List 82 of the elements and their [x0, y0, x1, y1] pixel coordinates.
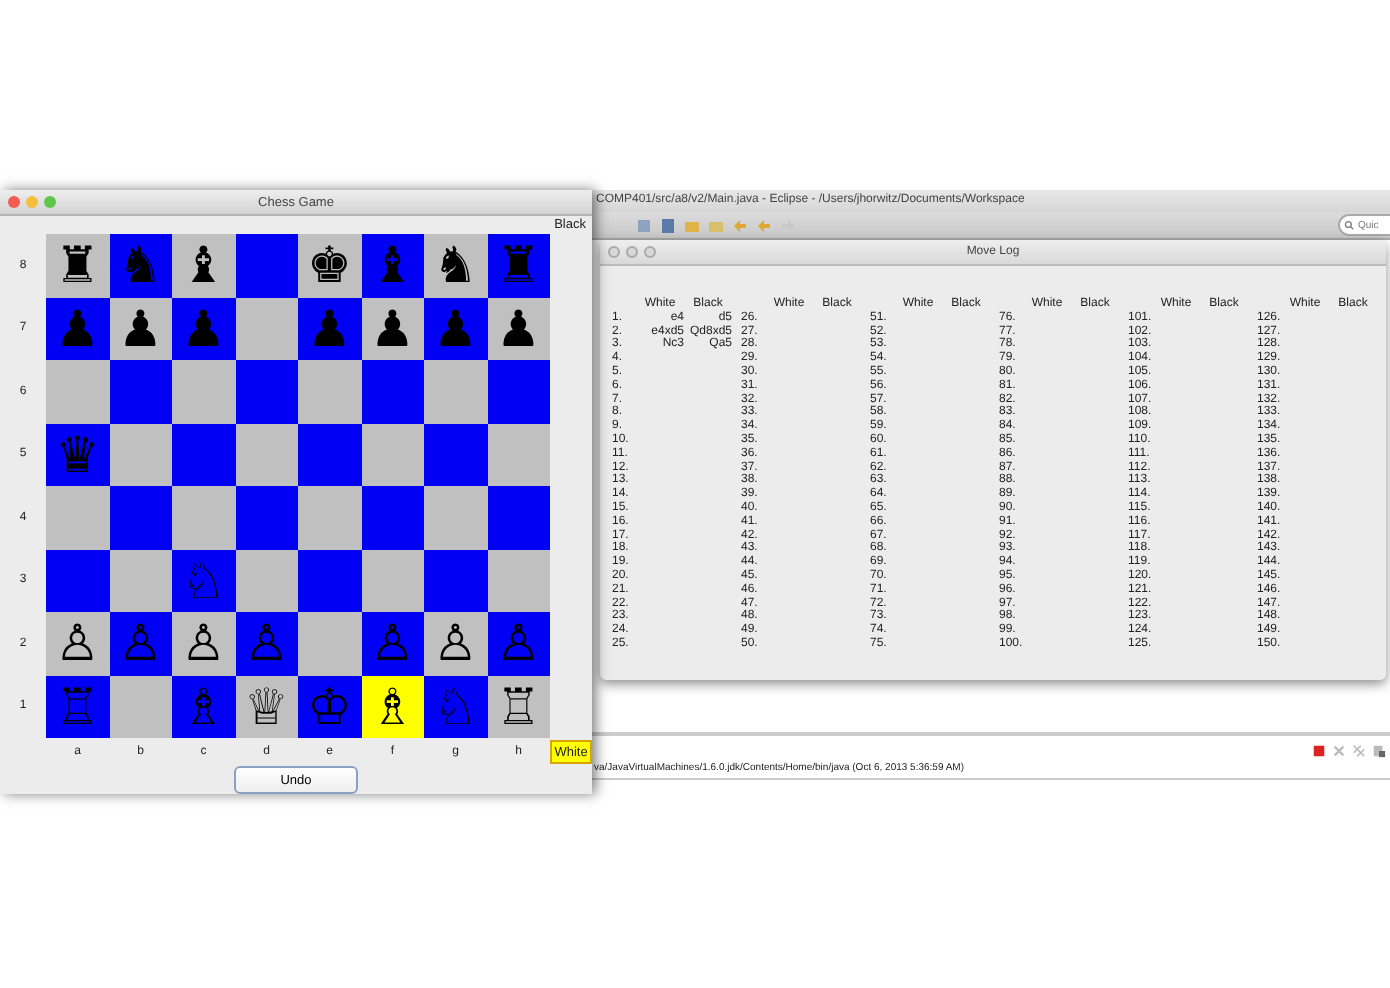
chess-piece: ♟	[370, 301, 415, 356]
board-square[interactable]: ♗	[361, 675, 424, 738]
chess-piece: ♘	[433, 679, 478, 734]
board-square[interactable]: ♗	[172, 675, 235, 738]
board-square[interactable]: ♝	[172, 234, 235, 297]
board-square[interactable]: ♟	[46, 297, 109, 360]
chess-piece: ♝	[370, 238, 415, 293]
stop-icon[interactable]	[1312, 744, 1326, 758]
board-square[interactable]: ♙	[172, 612, 235, 675]
chess-piece: ♕	[244, 679, 289, 734]
chess-piece: ♙	[55, 616, 100, 671]
board-square[interactable]: ♟	[109, 297, 172, 360]
board-square[interactable]: ♟	[361, 297, 424, 360]
board-square[interactable]: ♖	[487, 675, 550, 738]
board-square[interactable]	[109, 549, 172, 612]
board-square[interactable]: ♖	[46, 675, 109, 738]
chess-piece: ♝	[181, 238, 226, 293]
board-square[interactable]: ♙	[46, 612, 109, 675]
chess-piece: ♟	[496, 301, 541, 356]
board-square[interactable]	[235, 297, 298, 360]
chess-piece: ♜	[496, 238, 541, 293]
board-square[interactable]: ♘	[172, 549, 235, 612]
chess-piece: ♟	[433, 301, 478, 356]
close-button[interactable]	[608, 246, 620, 258]
board-square[interactable]: ♕	[235, 675, 298, 738]
board-square[interactable]: ♟	[172, 297, 235, 360]
search-icon	[1344, 220, 1354, 230]
board-square[interactable]: ♟	[424, 297, 487, 360]
board-square[interactable]: ♙	[361, 612, 424, 675]
chess-piece: ♟	[181, 301, 226, 356]
board-square[interactable]: ♚	[298, 234, 361, 297]
board-square[interactable]: ♞	[424, 234, 487, 297]
chess-piece: ♙	[433, 616, 478, 671]
board-square[interactable]	[235, 423, 298, 486]
board-square[interactable]: ♜	[46, 234, 109, 297]
board-square[interactable]: ♙	[109, 612, 172, 675]
board-square[interactable]: ♛	[46, 423, 109, 486]
zoom-button[interactable]	[644, 246, 656, 258]
chess-piece: ♛	[55, 427, 100, 482]
chess-piece: ♟	[307, 301, 352, 356]
chess-piece: ♗	[370, 679, 415, 734]
board-square[interactable]	[361, 549, 424, 612]
chess-piece: ♔	[307, 679, 352, 734]
chess-piece: ♜	[55, 238, 100, 293]
board-square[interactable]: ♟	[298, 297, 361, 360]
minimize-button[interactable]	[26, 196, 38, 208]
board-square[interactable]	[487, 423, 550, 486]
chess-piece: ♙	[244, 616, 289, 671]
board-square[interactable]	[235, 549, 298, 612]
minimize-button[interactable]	[626, 246, 638, 258]
board-square[interactable]: ♞	[109, 234, 172, 297]
chess-piece: ♖	[496, 679, 541, 734]
chess-piece: ♙	[118, 616, 163, 671]
chess-piece: ♖	[55, 679, 100, 734]
board-square[interactable]: ♜	[487, 234, 550, 297]
board-square[interactable]: ♟	[487, 297, 550, 360]
board-square[interactable]: ♘	[424, 675, 487, 738]
remove-all-icon[interactable]	[1352, 744, 1366, 758]
board-square[interactable]: ♙	[235, 612, 298, 675]
board-square[interactable]	[361, 423, 424, 486]
zoom-button[interactable]	[44, 196, 56, 208]
arrow-right-icon[interactable]	[780, 217, 796, 233]
chess-piece: ♞	[433, 238, 478, 293]
chess-piece: ♟	[55, 301, 100, 356]
board-square[interactable]: ♝	[361, 234, 424, 297]
chess-piece: ♗	[181, 679, 226, 734]
board-square[interactable]	[487, 549, 550, 612]
close-icon[interactable]	[1332, 744, 1346, 758]
chess-piece: ♚	[307, 238, 352, 293]
chess-piece: ♞	[118, 238, 163, 293]
clipboard-icon[interactable]	[1372, 744, 1386, 758]
chess-piece: ♙	[181, 616, 226, 671]
chess-piece: ♙	[370, 616, 415, 671]
close-button[interactable]	[8, 196, 20, 208]
board-square[interactable]: ♔	[298, 675, 361, 738]
chess-piece: ♘	[181, 553, 226, 608]
board-square[interactable]: ♙	[424, 612, 487, 675]
board-square[interactable]	[109, 675, 172, 738]
chess-piece: ♙	[496, 616, 541, 671]
board-square[interactable]	[109, 423, 172, 486]
chess-piece: ♟	[118, 301, 163, 356]
board-square[interactable]: ♙	[487, 612, 550, 675]
